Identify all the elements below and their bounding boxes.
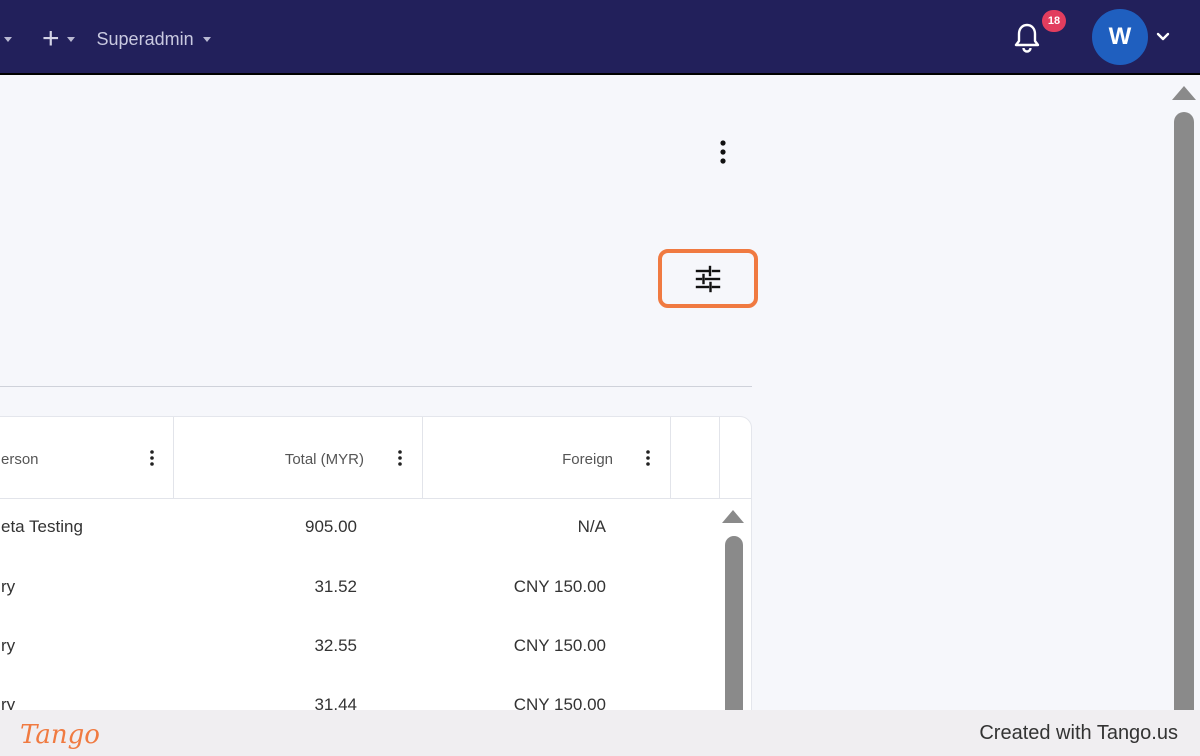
bell-icon <box>1014 23 1040 53</box>
cell-total: 32.55 <box>314 636 357 655</box>
column-header-spacer <box>720 417 751 499</box>
add-menu-caret-icon[interactable] <box>66 36 75 42</box>
created-with-text: Created with Tango.us <box>979 722 1178 744</box>
column-menu-icon[interactable] <box>395 449 405 467</box>
column-header-person[interactable]: erson <box>0 417 174 499</box>
cell-foreign: CNY 150.00 <box>513 577 606 596</box>
tango-logo: Tango <box>20 720 100 750</box>
user-avatar[interactable]: W <box>1092 9 1148 65</box>
cell-person: ry <box>1 636 16 655</box>
role-caret-icon[interactable] <box>202 36 211 42</box>
column-header-label: erson <box>1 451 39 468</box>
tango-footer: Tango Created with Tango.us <box>0 710 1200 756</box>
cell-total: 905.00 <box>305 517 357 536</box>
menu-caret-icon[interactable] <box>4 36 12 42</box>
top-nav-bar: + Superadmin 18 W <box>0 0 1200 75</box>
column-menu-icon[interactable] <box>643 449 653 467</box>
section-divider <box>0 386 752 387</box>
role-switcher-label[interactable]: Superadmin <box>97 29 194 50</box>
table-scroll-up-arrow[interactable] <box>722 510 744 523</box>
data-table: erson Total (MYR) Foreign eta Testing 90… <box>0 416 752 746</box>
column-header-total[interactable]: Total (MYR) <box>174 417 423 499</box>
notification-count-badge: 18 <box>1042 10 1066 32</box>
cell-person: eta Testing <box>1 517 83 536</box>
chevron-down-icon[interactable] <box>1155 30 1171 44</box>
cell-foreign: CNY 150.00 <box>513 636 606 655</box>
sliders-icon <box>695 265 721 292</box>
page-scrollbar-thumb[interactable] <box>1174 112 1194 732</box>
column-menu-icon[interactable] <box>147 449 157 467</box>
column-header-label: Foreign <box>562 451 613 468</box>
table-scrollbar-thumb[interactable] <box>725 536 743 736</box>
cell-total: 31.52 <box>314 577 357 596</box>
page-scroll-up-arrow[interactable] <box>1172 86 1196 100</box>
app-window: + Superadmin 18 W erson Total (MYR) Fore… <box>0 0 1200 756</box>
column-settings-button[interactable] <box>658 249 758 308</box>
more-options-icon[interactable] <box>712 138 734 168</box>
nav-left-group: + Superadmin <box>0 24 211 54</box>
cell-foreign: N/A <box>577 517 606 536</box>
column-header-extra <box>671 417 720 499</box>
column-header-label: Total (MYR) <box>284 451 364 468</box>
add-new-icon[interactable]: + <box>42 24 60 54</box>
cell-person: ry <box>1 577 16 596</box>
column-header-foreign[interactable]: Foreign <box>423 417 671 499</box>
notifications-button[interactable] <box>1010 20 1044 56</box>
